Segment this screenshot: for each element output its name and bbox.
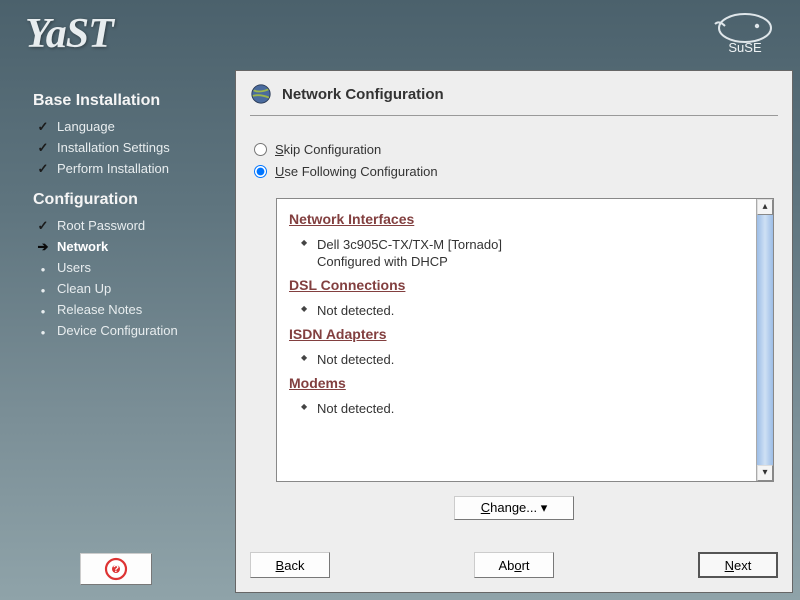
config-section-heading[interactable]: Network Interfaces: [289, 211, 744, 227]
config-section-heading[interactable]: Modems: [289, 375, 744, 391]
sidebar-item: Release Notes: [35, 299, 220, 320]
sidebar-item: Users: [35, 257, 220, 278]
sidebar-item: Installation Settings: [35, 137, 220, 158]
mode-radio-group: Skip Configuration Use Following Configu…: [254, 138, 778, 182]
sidebar-item-label: Device Configuration: [57, 323, 178, 338]
sidebar-item-label: Network: [57, 239, 108, 254]
radio-skip-input[interactable]: [254, 143, 267, 156]
bullet-icon: [35, 323, 51, 338]
main-panel: Network Configuration Skip Configuration…: [235, 70, 793, 593]
config-item-subline: Configured with DHCP: [289, 254, 744, 269]
config-item-line: Not detected.: [289, 303, 744, 318]
config-section-heading[interactable]: DSL Connections: [289, 277, 744, 293]
sidebar-item-label: Clean Up: [57, 281, 111, 296]
header: YaST SuSE: [0, 0, 800, 70]
bullet-icon: [35, 281, 51, 296]
configuration-summary-content: Network Interfaces Dell 3c905C-TX/TX-M [T…: [277, 199, 756, 481]
arrow-icon: [35, 239, 51, 255]
bullet-icon: [35, 260, 51, 275]
config-item-line: Not detected.: [289, 401, 744, 416]
check-icon: [35, 161, 51, 177]
scroll-up-arrow-icon[interactable]: ▴: [757, 199, 773, 215]
config-section-heading[interactable]: ISDN Adapters: [289, 326, 744, 342]
sidebar-item-label: Users: [57, 260, 91, 275]
config-item-line: Dell 3c905C-TX/TX-M [Tornado]: [289, 237, 744, 252]
back-button[interactable]: Back: [250, 552, 330, 578]
sidebar-item-label: Release Notes: [57, 302, 142, 317]
sidebar: Base Installation Language Installation Se…: [0, 70, 235, 600]
sidebar-group-heading: Configuration: [33, 191, 220, 209]
sidebar-item-label: Installation Settings: [57, 140, 170, 155]
scroll-track[interactable]: [757, 215, 773, 465]
next-button[interactable]: Next: [698, 552, 778, 578]
check-icon: [35, 119, 51, 135]
check-icon: [35, 218, 51, 234]
check-icon: [35, 140, 51, 156]
sidebar-item-label: Perform Installation: [57, 161, 169, 176]
sidebar-item: Root Password: [35, 215, 220, 236]
radio-use-input[interactable]: [254, 165, 267, 178]
vendor-logo: SuSE: [705, 8, 785, 58]
radio-use-configuration[interactable]: Use Following Configuration: [254, 160, 778, 182]
bullet-icon: [35, 302, 51, 317]
wizard-button-row: Back Abort Next: [250, 552, 778, 580]
help-button[interactable]: ?: [80, 553, 152, 585]
change-button[interactable]: Change... ▾: [454, 496, 574, 520]
sidebar-item: Clean Up: [35, 278, 220, 299]
globe-icon: [250, 83, 272, 105]
app-logo-text: YaST: [25, 10, 113, 58]
scrollbar-vertical[interactable]: ▴ ▾: [756, 199, 773, 481]
radio-use-label: Use Following Configuration: [275, 164, 438, 179]
configuration-summary-box: Network Interfaces Dell 3c905C-TX/TX-M [T…: [276, 198, 774, 482]
page-title-row: Network Configuration: [250, 83, 778, 116]
abort-button[interactable]: Abort: [474, 552, 554, 578]
sidebar-item: Perform Installation: [35, 158, 220, 179]
radio-skip-configuration[interactable]: Skip Configuration: [254, 138, 778, 160]
sidebar-item-label: Language: [57, 119, 115, 134]
scroll-down-arrow-icon[interactable]: ▾: [757, 465, 773, 481]
sidebar-item: Network: [35, 236, 220, 257]
radio-skip-label: Skip Configuration: [275, 142, 381, 157]
help-icon: ?: [104, 557, 128, 581]
sidebar-group-heading: Base Installation: [33, 92, 220, 110]
svg-text:?: ?: [113, 564, 119, 575]
page-title: Network Configuration: [282, 86, 444, 103]
vendor-logo-text: SuSE: [728, 40, 762, 55]
config-item-line: Not detected.: [289, 352, 744, 367]
sidebar-item: Language: [35, 116, 220, 137]
sidebar-item-label: Root Password: [57, 218, 145, 233]
sidebar-item: Device Configuration: [35, 320, 220, 341]
